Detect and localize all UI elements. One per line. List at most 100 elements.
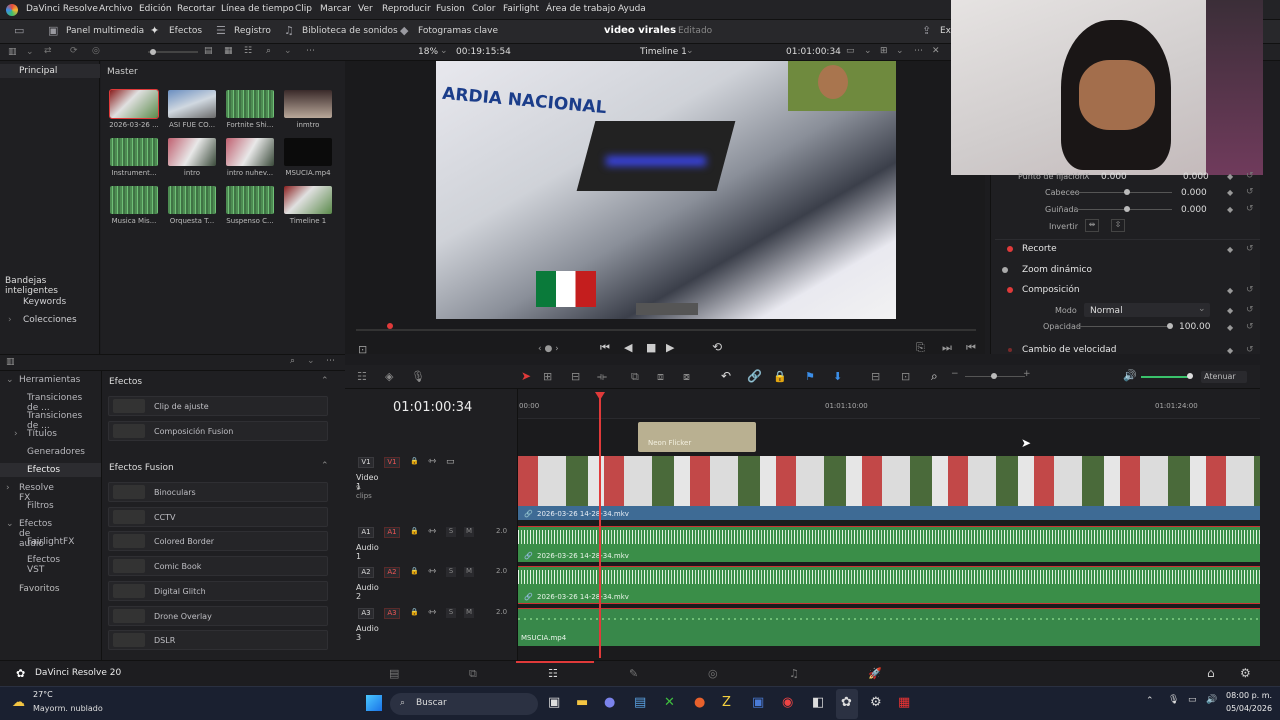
- weather-desc[interactable]: Mayorm. nublado: [33, 704, 103, 713]
- solo-button[interactable]: S: [446, 567, 456, 577]
- previous-edit-icon[interactable]: ⏭: [942, 341, 952, 355]
- replace-clip-icon[interactable]: ⧇: [683, 370, 690, 384]
- chevron-down-icon[interactable]: ⌄: [686, 46, 694, 56]
- playhead-line[interactable]: [599, 398, 601, 658]
- more-options-icon[interactable]: ⋯: [914, 46, 923, 56]
- opacity-slider[interactable]: [1076, 326, 1172, 327]
- source-patch-a1[interactable]: A1: [358, 527, 374, 538]
- zoom-full-icon[interactable]: ⊟: [871, 370, 880, 383]
- effects-tree-item[interactable]: Resolve FX: [19, 483, 54, 503]
- match-frame-icon[interactable]: ⎘: [916, 341, 925, 355]
- menu-clip[interactable]: Clip: [295, 4, 312, 14]
- trim-tool-icon[interactable]: ⊞: [543, 370, 552, 383]
- dynamic-zoom-enable-dot[interactable]: [1002, 267, 1008, 273]
- flag-icon[interactable]: ⚑: [805, 370, 815, 383]
- track-id-a1[interactable]: A1: [384, 527, 400, 538]
- reset-icon[interactable]: ↺: [1246, 244, 1254, 254]
- export-icon[interactable]: ⇪: [922, 24, 931, 37]
- overwrite-clip-icon[interactable]: ⧈: [657, 370, 664, 384]
- flip-vertical-icon[interactable]: ⇳: [1111, 219, 1125, 232]
- volume-slider[interactable]: [1141, 376, 1191, 378]
- overlay-icon[interactable]: ⊞: [880, 46, 888, 56]
- effects-tree-item[interactable]: Transiciones de ...: [27, 393, 82, 413]
- reset-icon[interactable]: ↺: [1246, 285, 1254, 295]
- keyframe-icon[interactable]: ◆: [1227, 205, 1233, 214]
- keyframe-icon[interactable]: ◆: [1227, 245, 1233, 254]
- effect-item[interactable]: Colored Border: [108, 531, 328, 552]
- media-clip-thumbnail[interactable]: [226, 138, 274, 166]
- media-clip-thumbnail[interactable]: [226, 90, 274, 118]
- play-icon[interactable]: ▶: [666, 341, 674, 354]
- opacity-slider-knob[interactable]: [1167, 323, 1173, 329]
- viewer-zoom[interactable]: 18%: [418, 47, 438, 57]
- sync-icon[interactable]: ⟳: [70, 46, 78, 56]
- effects-tree-item[interactable]: FairlightFX: [27, 537, 74, 547]
- track-id-a3[interactable]: A3: [384, 608, 400, 619]
- pivot-y-value[interactable]: 0.000: [1183, 172, 1209, 182]
- thumbnail-size-knob[interactable]: [150, 49, 156, 55]
- more-options-icon[interactable]: ⋯: [326, 356, 335, 366]
- import-icon[interactable]: ⇄: [44, 46, 52, 56]
- menu-ver[interactable]: Ver: [358, 4, 373, 14]
- media-clip-thumbnail[interactable]: [284, 90, 332, 118]
- source-patch-v1[interactable]: V1: [358, 457, 374, 468]
- composite-section[interactable]: Composición: [1022, 285, 1080, 295]
- keyframe-icon[interactable]: ◆: [1227, 188, 1233, 197]
- volume-icon[interactable]: 🔊: [1123, 369, 1137, 382]
- mute-button[interactable]: M: [464, 527, 474, 537]
- viewer-options-icon[interactable]: ⊡: [358, 343, 367, 356]
- reset-icon[interactable]: ↺: [1246, 187, 1254, 197]
- menu-archivo[interactable]: Archivo: [99, 4, 133, 14]
- go-to-start-icon[interactable]: ⏮: [600, 341, 610, 355]
- chevron-right-icon[interactable]: ›: [6, 483, 10, 493]
- app-icon[interactable]: ▣: [752, 695, 764, 710]
- viewer-frame[interactable]: ARDIA NACIONAL: [436, 61, 896, 319]
- effects-sidebar-toggle-icon[interactable]: ▥: [6, 357, 15, 367]
- list-view-icon[interactable]: ▤: [204, 46, 213, 56]
- effects-tree-item[interactable]: Filtros: [27, 501, 54, 511]
- workspace-icon[interactable]: ▭: [14, 24, 24, 37]
- speaker-icon[interactable]: 🔊: [1206, 695, 1217, 705]
- snapping-icon[interactable]: ↶: [721, 369, 731, 383]
- audio3-clip[interactable]: [518, 608, 1260, 646]
- video-clip-thumbnails[interactable]: [518, 456, 1260, 506]
- color-page-icon[interactable]: ◎: [708, 667, 718, 680]
- keyframe-icon[interactable]: ◆: [1227, 346, 1233, 355]
- auto-select-icon[interactable]: ⇿: [428, 566, 436, 577]
- keyframe-icon[interactable]: ◆: [1227, 323, 1233, 332]
- media-clip-thumbnail[interactable]: [109, 89, 159, 119]
- favorites-item[interactable]: Favoritos: [19, 584, 60, 594]
- pitch-slider-knob[interactable]: [1124, 189, 1130, 195]
- close-icon[interactable]: ✕: [932, 46, 940, 56]
- media-clip-thumbnail[interactable]: [226, 186, 274, 214]
- effect-item[interactable]: DSLR: [108, 630, 328, 651]
- scrubber-track[interactable]: [356, 329, 976, 331]
- flip-horizontal-icon[interactable]: ⇹: [1085, 219, 1099, 232]
- index-button[interactable]: Registro: [234, 26, 271, 36]
- keyframe-icon[interactable]: ◆: [1227, 172, 1233, 181]
- collapse-icon[interactable]: ⌃: [321, 376, 329, 386]
- chevron-down-icon[interactable]: ⌄: [284, 46, 292, 56]
- menu-area-de-trabajo[interactable]: Área de trabajo: [546, 4, 616, 14]
- source-patch-a3[interactable]: A3: [358, 608, 374, 619]
- media-page-icon[interactable]: ▤: [389, 667, 399, 680]
- file-explorer-icon[interactable]: ▬: [576, 695, 588, 710]
- crop-section[interactable]: Recorte: [1022, 244, 1057, 254]
- app-icon[interactable]: Z: [722, 695, 731, 710]
- solo-button[interactable]: S: [446, 608, 456, 618]
- auto-select-icon[interactable]: ⇿: [428, 607, 436, 618]
- smart-bin-collections[interactable]: Colecciones: [23, 315, 77, 325]
- composite-enable-dot[interactable]: [1007, 287, 1013, 293]
- chevron-down-icon[interactable]: ⌄: [26, 47, 34, 57]
- clock-time[interactable]: 08:00 p. m.: [1226, 691, 1272, 700]
- microphone-icon[interactable]: 🎙: [1168, 695, 1179, 705]
- home-icon[interactable]: ⌂: [1207, 666, 1215, 680]
- mute-button[interactable]: M: [464, 608, 474, 618]
- timeline-ruler[interactable]: [518, 389, 1260, 419]
- next-edit-icon[interactable]: ⏮: [966, 341, 976, 355]
- cut-page-icon[interactable]: ⧉: [469, 667, 477, 681]
- lock-track-icon[interactable]: 🔒: [410, 457, 419, 465]
- smart-bin-icon[interactable]: ◎: [92, 46, 100, 56]
- source-patch-a2[interactable]: A2: [358, 567, 374, 578]
- reset-icon[interactable]: ↺: [1246, 345, 1254, 355]
